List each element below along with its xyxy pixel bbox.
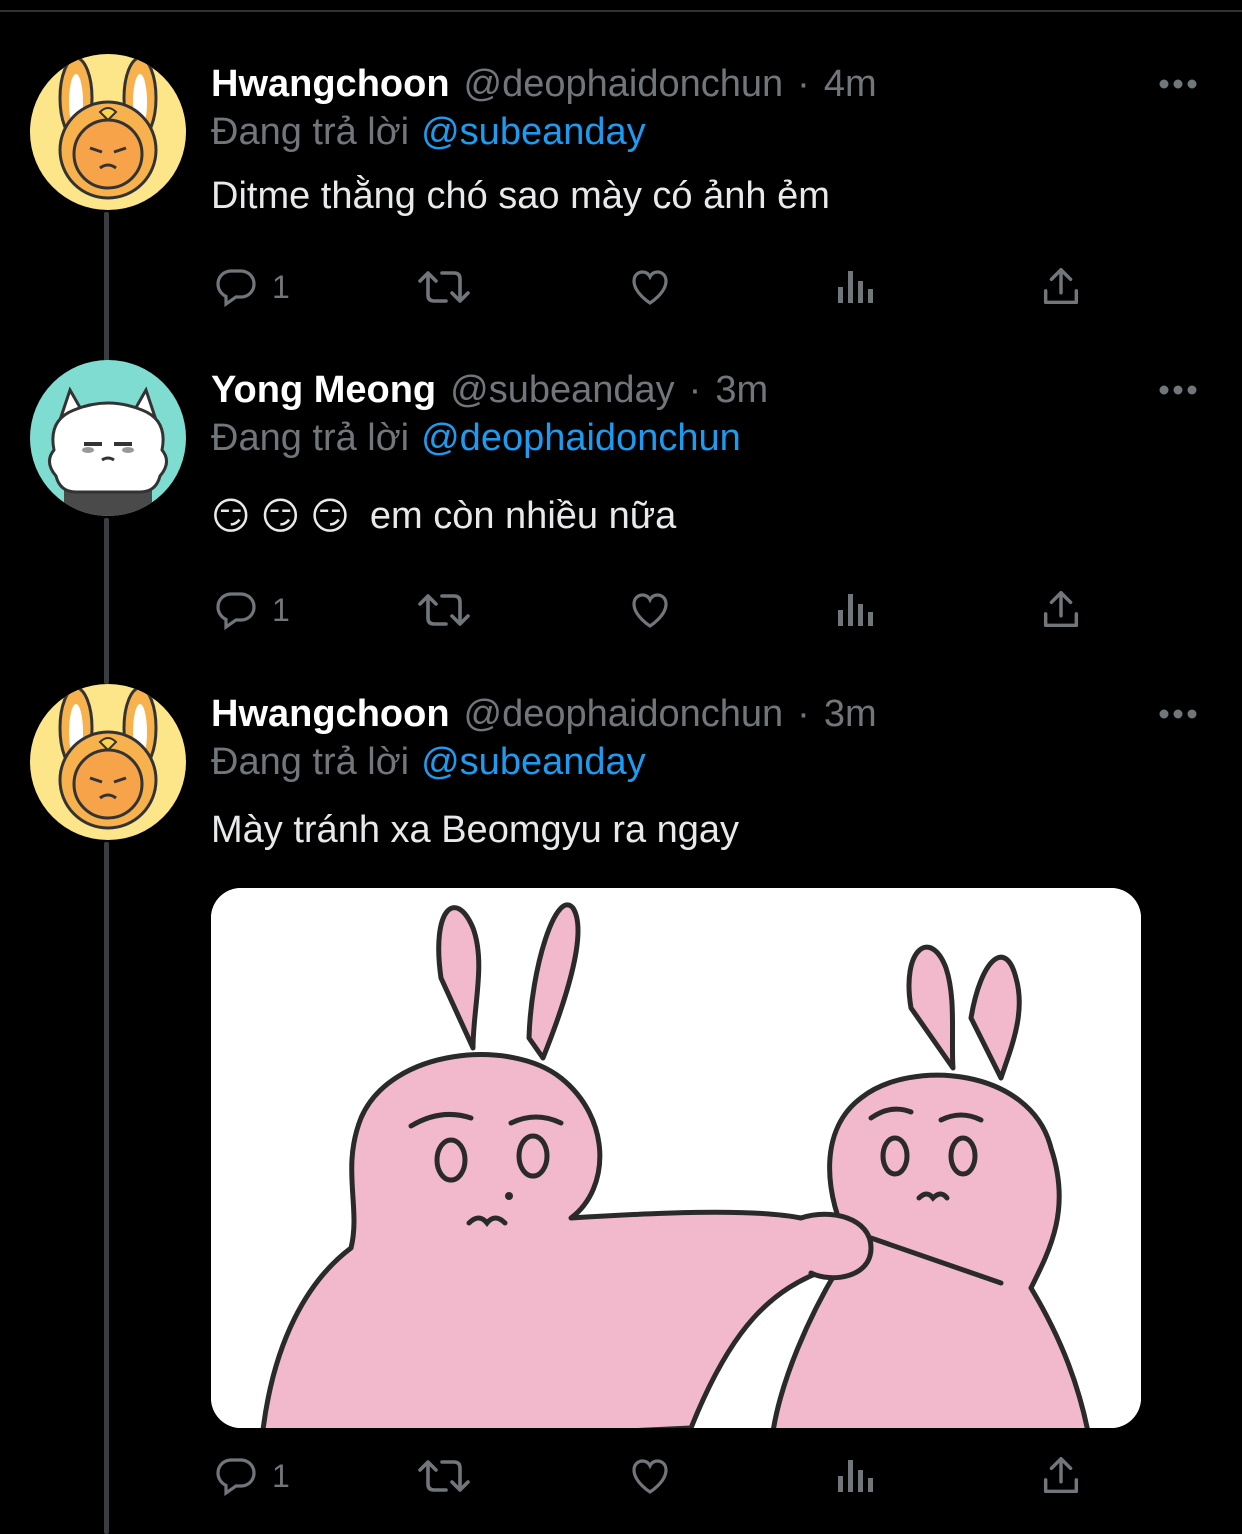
tweet-actions: 1 xyxy=(0,257,1242,317)
user-handle[interactable]: @deophaidonchun xyxy=(464,63,784,106)
mention-link[interactable]: @subeanday xyxy=(421,111,646,154)
tweet-media[interactable] xyxy=(211,888,1141,1428)
separator: · xyxy=(688,368,702,411)
tweet-header: Yong Meong @subeanday · 3m xyxy=(211,360,768,420)
retweet-icon xyxy=(418,1460,470,1492)
retweet-button[interactable] xyxy=(416,257,472,317)
reply-icon xyxy=(216,269,256,308)
analytics-icon xyxy=(838,271,873,303)
timestamp[interactable]: 3m xyxy=(715,369,768,412)
emoji-group: 😏 😏 😏 xyxy=(211,494,350,539)
avatar[interactable] xyxy=(30,360,186,516)
smirk-emoji: 😏 xyxy=(211,495,251,538)
avatar[interactable] xyxy=(30,54,186,210)
user-handle[interactable]: @subeanday xyxy=(450,369,675,412)
share-button[interactable] xyxy=(1038,1446,1084,1506)
replying-prefix: Đang trả lời xyxy=(211,740,410,783)
analytics-button[interactable] xyxy=(834,257,878,317)
replying-prefix: Đang trả lời xyxy=(211,416,410,459)
retweet-button[interactable] xyxy=(416,580,472,640)
reply-button[interactable]: 1 xyxy=(212,1446,290,1506)
more-button[interactable] xyxy=(1148,684,1208,744)
more-button[interactable] xyxy=(1148,54,1208,114)
more-icon xyxy=(1159,385,1197,395)
yellow-bunny-avatar xyxy=(30,54,186,210)
analytics-icon xyxy=(838,1460,873,1492)
retweet-button[interactable] xyxy=(416,1446,472,1506)
display-name[interactable]: Hwangchoon xyxy=(211,693,450,736)
reply-button[interactable]: 1 xyxy=(212,257,290,317)
mention-link[interactable]: @subeanday xyxy=(421,741,646,784)
reply-icon xyxy=(216,1458,256,1497)
like-icon xyxy=(632,270,668,305)
avatar[interactable] xyxy=(30,684,186,840)
analytics-icon xyxy=(838,594,873,626)
white-dog-avatar xyxy=(30,360,186,516)
tweet-text: Mày tránh xa Beomgyu ra ngay xyxy=(211,808,740,851)
reply-button[interactable]: 1 xyxy=(212,580,290,640)
top-divider xyxy=(0,10,1242,12)
replying-prefix: Đang trả lời xyxy=(211,110,410,153)
like-button[interactable] xyxy=(625,257,675,317)
smirk-emoji: 😏 xyxy=(310,495,350,538)
reply-count: 1 xyxy=(272,268,290,305)
pink-bunnies-meme-image xyxy=(211,888,1141,1428)
replying-to: Đang trả lời @deophaidonchun xyxy=(211,412,741,464)
tweet-actions: 1 xyxy=(0,1446,1242,1506)
tweet-body: em còn nhiều nữa xyxy=(369,494,677,537)
more-icon xyxy=(1159,709,1197,719)
retweet-icon xyxy=(418,594,470,626)
tweet-header: Hwangchoon @deophaidonchun · 4m xyxy=(211,54,877,114)
share-icon xyxy=(1043,268,1079,305)
reply-count: 1 xyxy=(272,591,290,628)
user-handle[interactable]: @deophaidonchun xyxy=(464,693,784,736)
like-button[interactable] xyxy=(625,580,675,640)
separator: · xyxy=(797,692,810,735)
smirk-emoji: 😏 xyxy=(260,495,301,538)
display-name[interactable]: Hwangchoon xyxy=(211,63,450,106)
timestamp[interactable]: 4m xyxy=(824,63,877,106)
separator: · xyxy=(797,62,810,105)
like-icon xyxy=(632,1459,668,1494)
retweet-icon xyxy=(418,271,470,303)
share-button[interactable] xyxy=(1038,257,1084,317)
analytics-button[interactable] xyxy=(834,580,878,640)
tweet-header: Hwangchoon @deophaidonchun · 3m xyxy=(211,684,877,744)
share-button[interactable] xyxy=(1038,580,1084,640)
more-icon xyxy=(1159,79,1197,89)
display-name[interactable]: Yong Meong xyxy=(211,369,436,412)
like-icon xyxy=(632,593,668,628)
tweet[interactable]: Hwangchoon @deophaidonchun · 4m Đang trả… xyxy=(0,54,1242,324)
replying-to: Đang trả lời @subeanday xyxy=(211,106,646,158)
replying-to: Đang trả lời @subeanday xyxy=(211,736,646,788)
reply-icon xyxy=(216,592,256,631)
yellow-bunny-avatar xyxy=(30,684,186,840)
timestamp[interactable]: 3m xyxy=(824,693,877,736)
tweet-text: 😏 😏 😏 em còn nhiều nữa xyxy=(211,486,676,546)
more-button[interactable] xyxy=(1148,360,1208,420)
mention-link[interactable]: @deophaidonchun xyxy=(421,417,741,460)
tweet[interactable]: Yong Meong @subeanday · 3m Đang trả lời … xyxy=(0,360,1242,660)
share-icon xyxy=(1043,591,1079,628)
like-button[interactable] xyxy=(625,1446,675,1506)
tweet-actions: 1 xyxy=(0,580,1242,640)
reply-count: 1 xyxy=(272,1457,290,1494)
tweet-text: Ditme thằng chó sao mày có ảnh ẻm xyxy=(211,174,830,217)
share-icon xyxy=(1043,1457,1079,1494)
analytics-button[interactable] xyxy=(834,1446,878,1506)
